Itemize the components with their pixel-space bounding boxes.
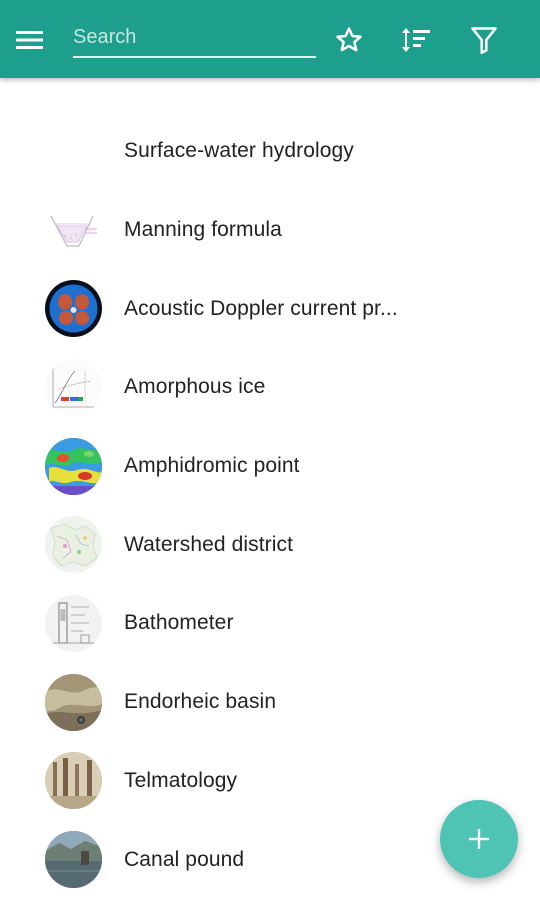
list-item[interactable]: Acoustic Doppler current pr... [0,269,540,348]
menu-icon [16,31,43,49]
search-input[interactable] [73,18,316,56]
filter-icon [471,27,497,54]
sort-button[interactable] [394,18,438,62]
search-field [73,18,316,60]
article-thumbnail [45,437,102,495]
list-item[interactable]: Surface-water hydrology [0,112,540,191]
list-item-label: Endorheic basin [124,690,277,714]
list-item-label: Acoustic Doppler current pr... [124,296,398,320]
menu-button[interactable] [16,20,64,60]
article-thumbnail [45,123,102,180]
list-item[interactable]: Endorheic basin [0,663,540,742]
list-item-label: Watershed district [124,532,294,556]
article-thumbnail [45,752,102,810]
article-thumbnail [45,831,102,889]
favorites-button[interactable] [327,18,371,62]
list-item[interactable]: Manning formula [0,191,540,270]
list-item[interactable]: Watershed district [0,505,540,584]
star-icon [336,27,362,52]
article-thumbnail [45,358,102,416]
add-button[interactable] [440,800,518,878]
article-thumbnail [45,673,102,731]
article-thumbnail [45,516,102,574]
article-thumbnail [45,594,102,652]
list-item-label: Telmatology [124,768,238,792]
list-item-label: Amphidromic point [124,454,300,478]
list-item-label: Amorphous ice [124,375,266,399]
list-item-label: Bathometer [124,611,234,635]
article-thumbnail [45,201,102,259]
article-list: Surface-water hydrology Manning formula [0,112,540,899]
list-item-label: Surface-water hydrology [124,139,354,163]
list-item[interactable]: Amphidromic point [0,427,540,506]
app-bar [0,0,540,78]
list-item-label: Manning formula [124,218,282,242]
filter-button[interactable] [462,18,506,62]
add-icon [469,829,489,849]
sort-icon [402,28,430,52]
list-item[interactable]: Bathometer [0,584,540,663]
list-item[interactable]: Amorphous ice [0,348,540,427]
article-thumbnail [45,280,102,338]
search-underline [73,56,316,58]
list-item-label: Canal pound [124,847,245,871]
